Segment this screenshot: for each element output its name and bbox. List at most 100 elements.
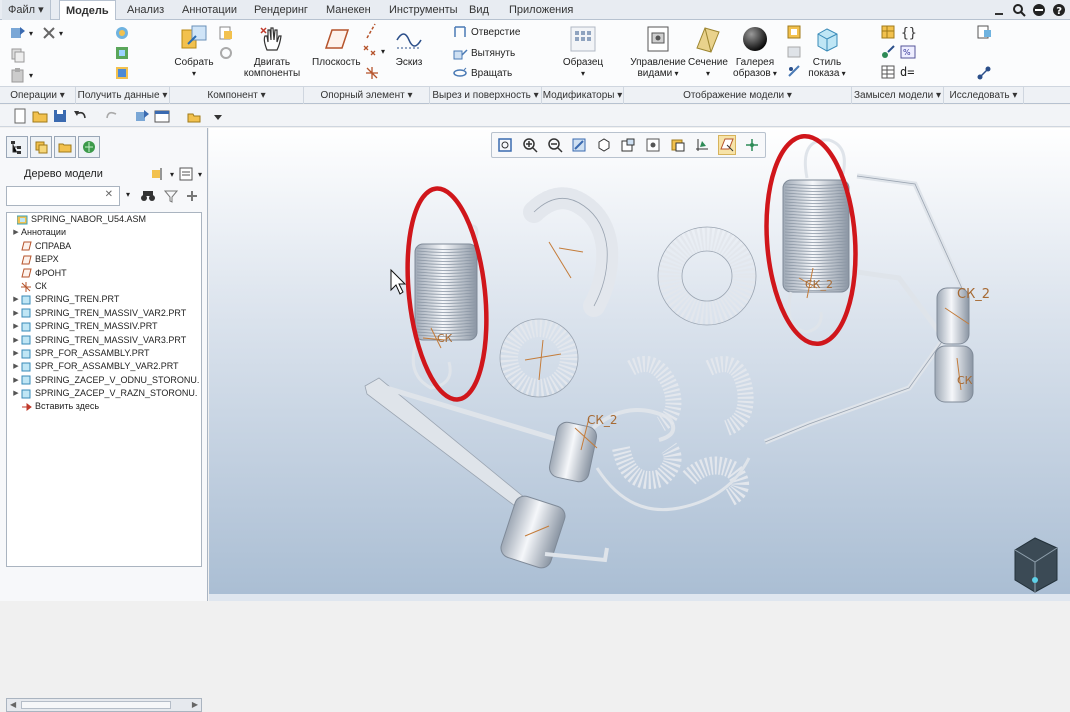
shrinkwrap-button[interactable]: [114, 64, 130, 82]
assemble-button[interactable]: Собрать ▾: [172, 24, 216, 79]
group-component[interactable]: Компонент ▾: [170, 87, 304, 104]
tab-layers[interactable]: [30, 136, 52, 158]
sketch-button[interactable]: Эскиз: [392, 24, 426, 68]
spring-hook-middle[interactable]: [548, 356, 754, 512]
pattern-button[interactable]: Образец ▾: [560, 24, 606, 79]
tree-item[interactable]: ВЕРХ: [7, 253, 201, 266]
windows-icon[interactable]: [154, 108, 170, 124]
spring-torus[interactable]: [657, 226, 757, 326]
tab-model-tree[interactable]: [6, 136, 28, 158]
search-dropdown-icon[interactable]: ▾: [126, 190, 130, 199]
undo-icon[interactable]: [72, 108, 88, 124]
display-style-button[interactable]: Стиль показа ▾: [806, 24, 848, 79]
filter-icon[interactable]: [164, 189, 178, 203]
regenerate-quick-icon[interactable]: [134, 108, 150, 124]
binoculars-icon[interactable]: [140, 189, 156, 203]
tree-item[interactable]: ▶ SPR_FOR_ASSAMBLY_VAR2.PRT: [7, 360, 201, 373]
view-cube-icon[interactable]: [1014, 537, 1058, 593]
appearance-gallery-button[interactable]: Галерея образов ▾: [732, 24, 778, 79]
search-icon[interactable]: [1012, 3, 1026, 17]
tree-expander[interactable]: ▶: [11, 334, 21, 347]
component-interface-button[interactable]: [880, 43, 896, 61]
group-investigate[interactable]: Исследовать ▾: [944, 87, 1024, 104]
tree-item[interactable]: ▶ SPRING_TREN.PRT: [7, 293, 201, 306]
delete-button[interactable]: ▾: [42, 24, 63, 42]
hole-button[interactable]: Отверстие: [452, 23, 520, 41]
tree-item[interactable]: Вставить здесь: [7, 400, 201, 413]
clear-search-icon[interactable]: ✕: [105, 189, 113, 200]
relations-button[interactable]: {}: [900, 23, 916, 41]
tree-expander[interactable]: ▶: [11, 293, 21, 306]
tree-item[interactable]: ▶ SPRING_TREN_MASSIV_VAR2.PRT: [7, 307, 201, 320]
tree-expander[interactable]: ▶: [11, 226, 21, 239]
menu-tab-manikin[interactable]: Манекен: [320, 0, 377, 20]
tree-horizontal-scrollbar[interactable]: ◀ ▶: [6, 698, 202, 712]
axis-button[interactable]: [364, 22, 378, 40]
reference-graph-button[interactable]: [976, 64, 992, 82]
tree-item[interactable]: ФРОНТ: [7, 267, 201, 280]
menu-tab-applications[interactable]: Приложения: [503, 0, 579, 20]
drag-components-button[interactable]: Двигать компоненты: [241, 24, 303, 79]
show-list-icon[interactable]: [178, 166, 194, 182]
tree-expander[interactable]: ▶: [11, 374, 21, 387]
close-window-icon[interactable]: [186, 108, 202, 124]
group-modifiers[interactable]: Модификаторы ▾: [542, 87, 624, 104]
menu-tab-analysis[interactable]: Анализ: [121, 0, 170, 20]
regenerate-button[interactable]: ▾: [10, 24, 33, 42]
scene-button[interactable]: [786, 23, 802, 41]
display-settings-button[interactable]: [786, 63, 802, 81]
point-button[interactable]: ▾: [362, 42, 385, 60]
menu-tab-file[interactable]: Файл ▾: [2, 0, 51, 20]
parameters-button[interactable]: d=: [900, 63, 914, 81]
section-button[interactable]: Сечение ▾: [688, 24, 728, 79]
spring-bent-top[interactable]: [523, 187, 619, 317]
minimize-icon[interactable]: [992, 3, 1006, 17]
tree-item[interactable]: ▶ SPR_FOR_ASSAMBLY.PRT: [7, 347, 201, 360]
add-icon[interactable]: [186, 190, 198, 202]
global-reference-viewer-button[interactable]: [976, 23, 992, 41]
tab-favorites[interactable]: [78, 136, 100, 158]
switch-dimensions-button[interactable]: %: [900, 43, 916, 61]
extrude-button[interactable]: Вытянуть: [452, 44, 515, 62]
tree-item[interactable]: СК: [7, 280, 201, 293]
menu-tab-tools[interactable]: Инструменты: [383, 0, 464, 20]
tree-item[interactable]: SPRING_NABOR_U54.ASM: [7, 213, 201, 226]
copy-button[interactable]: [10, 46, 26, 64]
group-datum[interactable]: Опорный элемент ▾: [304, 87, 430, 104]
group-model-display[interactable]: Отображение модели ▾: [624, 87, 852, 104]
group-get-data[interactable]: Получить данные ▾: [76, 87, 170, 104]
coord-system-button[interactable]: [364, 64, 380, 82]
new-file-icon[interactable]: [12, 108, 28, 124]
menu-tab-view[interactable]: Вид: [463, 0, 495, 20]
tree-expander[interactable]: ▶: [11, 307, 21, 320]
parameters-table-button[interactable]: [880, 63, 896, 81]
redo-icon[interactable]: [104, 108, 120, 124]
tree-search-input[interactable]: ✕: [6, 186, 120, 206]
save-icon[interactable]: [52, 108, 68, 124]
group-model-intent[interactable]: Замысел модели ▾: [852, 87, 944, 104]
settings-dropdown-icon[interactable]: [1032, 3, 1046, 17]
open-folder-icon[interactable]: [32, 108, 48, 124]
tree-item[interactable]: ▶ Аннотации: [7, 226, 201, 239]
revolve-button[interactable]: Вращать: [452, 64, 512, 82]
tree-expander[interactable]: ▶: [11, 387, 21, 400]
spring-ring-small[interactable]: [499, 318, 579, 398]
family-table-button[interactable]: [880, 23, 896, 41]
create-component-button[interactable]: [218, 24, 234, 42]
tree-item[interactable]: СПРАВА: [7, 240, 201, 253]
group-cut-surface[interactable]: Вырез и поверхность ▾: [430, 87, 542, 104]
menu-tab-rendering[interactable]: Рендеринг: [248, 0, 314, 20]
scroll-thumb[interactable]: [21, 701, 171, 709]
perspective-button[interactable]: [786, 43, 802, 61]
paste-button[interactable]: ▾: [10, 66, 33, 84]
tree-item[interactable]: ▶ SPRING_TREN_MASSIV_VAR3.PRT: [7, 334, 201, 347]
tree-item[interactable]: ▶ SPRING_ZACEP_V_RAZN_STORONU.: [7, 387, 201, 400]
copy-geometry-button[interactable]: [114, 44, 130, 62]
tree-item[interactable]: ▶ SPRING_ZACEP_V_ODNU_STORONU.: [7, 374, 201, 387]
plane-button[interactable]: Плоскость: [312, 24, 361, 68]
menu-tab-annotations[interactable]: Аннотации: [176, 0, 243, 20]
graphics-viewport[interactable]: СК СК_2 СК_2 СК_2 СК: [209, 128, 1070, 601]
help-icon[interactable]: ?: [1052, 3, 1066, 17]
manage-views-button[interactable]: Управление видами ▾: [628, 24, 688, 79]
tree-expander[interactable]: ▶: [11, 347, 21, 360]
